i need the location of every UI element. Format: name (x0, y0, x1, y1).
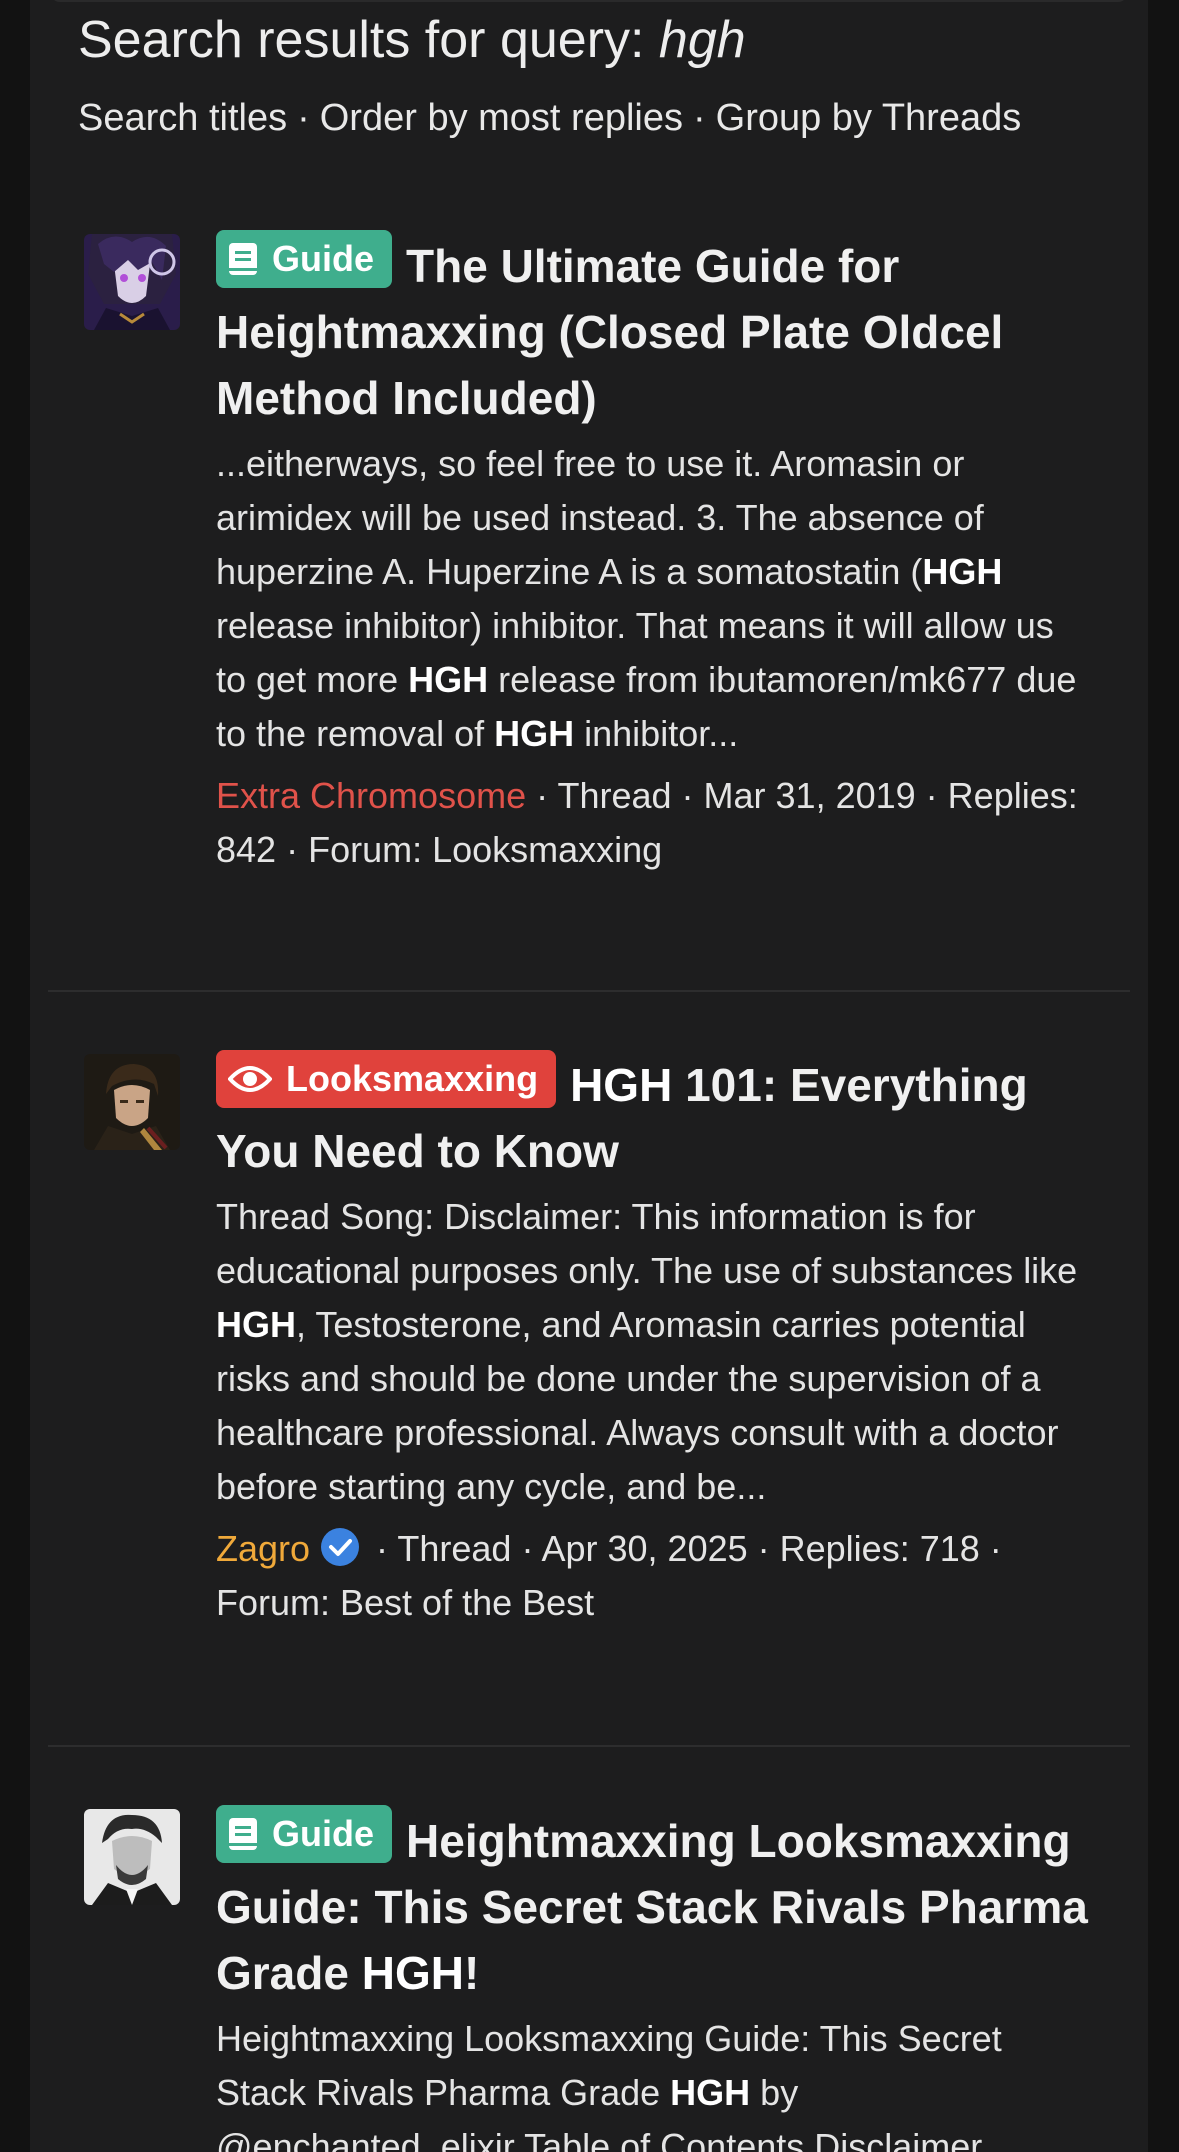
top-bar-edge (50, 0, 1128, 2)
result-type: Thread (397, 1528, 512, 1569)
search-query: hgh (658, 11, 746, 69)
book-icon (229, 243, 257, 275)
snippet-text: Heightmaxxing Looksmaxxing Guide: This S… (216, 2018, 1002, 2113)
search-results-page: Search results for query: hgh Search tit… (30, 0, 1148, 2152)
guide-badge[interactable]: Guide (216, 230, 393, 288)
result-title-highlight[interactable]: HGH (570, 1059, 672, 1111)
result-meta: Extra Chromosome · Thread · Mar 31, 2019… (216, 775, 1078, 870)
page-title: Search results for query: hgh (78, 10, 1108, 70)
result-title[interactable]: Looksmaxxing HGH 101: Everything You Nee… (216, 1050, 1090, 1184)
option-order[interactable]: Order by most replies (320, 97, 683, 139)
result-forum[interactable]: Forum: Best of the Best (216, 1582, 594, 1623)
result-date: Mar 31, 2019 (703, 775, 916, 816)
author-link[interactable]: Zagro (216, 1528, 310, 1569)
badge-label: Guide (272, 1813, 375, 1854)
snippet-text: ...eitherways, so feel free to use it. A… (216, 443, 984, 592)
snippet-highlight: HGH (922, 551, 1003, 592)
result-snippet: Thread Song: Disclaimer: This informatio… (216, 1190, 1090, 1514)
result-title-highlight[interactable]: HGH (362, 1947, 464, 1999)
avatar[interactable] (84, 234, 180, 330)
option-search-titles[interactable]: Search titles (78, 97, 287, 139)
result-meta: Zagro · Thread · Apr 30, 2025 · Replies:… (216, 1528, 1002, 1623)
badge-label: Looksmaxxing (286, 1058, 539, 1099)
looksmaxxing-badge[interactable]: Looksmaxxing (216, 1050, 557, 1108)
snippet-text: inhibitor... (574, 713, 739, 754)
separator: · (692, 97, 706, 139)
search-options: Search titles · Order by most replies · Grou… (78, 96, 1108, 140)
title-prefix: Search results for query: (78, 11, 645, 69)
result-replies: Replies: 718 (779, 1528, 980, 1569)
snippet-text: Thread Song: Disclaimer: This informatio… (216, 1196, 1078, 1291)
verified-check-icon (321, 1528, 360, 1566)
result-snippet: Heightmaxxing Looksmaxxing Guide: This S… (216, 2012, 1090, 2152)
author-link[interactable]: Extra Chromosome (216, 775, 526, 816)
snippet-highlight: HGH (670, 2072, 751, 2113)
search-result: Guide The Ultimate Guide for Heightmaxxi… (48, 210, 1130, 992)
result-title[interactable]: Guide The Ultimate Guide for Heightmaxxi… (216, 230, 1090, 431)
search-result: Guide Heightmaxxing Looksmaxxing Guide: … (48, 1745, 1130, 2152)
guide-badge[interactable]: Guide (216, 1805, 393, 1863)
result-snippet: ...eitherways, so feel free to use it. A… (216, 437, 1090, 761)
avatar[interactable] (84, 1809, 180, 1905)
result-title-suffix[interactable]: ! (464, 1947, 479, 1999)
separator: · (297, 97, 310, 139)
badge-label: Guide (272, 238, 375, 279)
result-type: Thread (557, 775, 672, 816)
option-group[interactable]: Group by Threads (716, 97, 1022, 139)
result-date: Apr 30, 2025 (541, 1528, 748, 1569)
book-icon (229, 1818, 257, 1850)
snippet-highlight: HGH (494, 713, 575, 754)
snippet-highlight: HGH (408, 659, 489, 700)
search-result: Looksmaxxing HGH 101: Everything You Nee… (48, 990, 1130, 1747)
result-title[interactable]: Guide Heightmaxxing Looksmaxxing Guide: … (216, 1805, 1090, 2006)
search-header: Search results for query: hgh Search tit… (78, 10, 1108, 140)
result-forum[interactable]: Forum: Looksmaxxing (308, 829, 662, 870)
snippet-text: , Testosterone, and Aromasin carries pot… (216, 1304, 1059, 1507)
eye-icon (228, 1066, 272, 1092)
avatar[interactable] (84, 1054, 180, 1150)
snippet-highlight: HGH (216, 1304, 296, 1345)
